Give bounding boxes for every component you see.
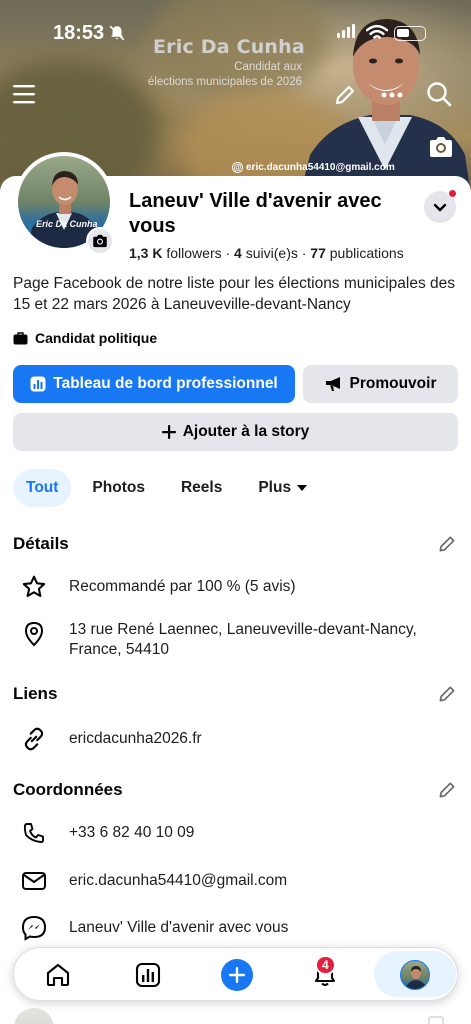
page-category: Candidat politique (13, 330, 157, 346)
notification-dot (448, 189, 457, 198)
phone-row[interactable]: +33 6 82 40 10 09 (20, 819, 194, 847)
home-icon[interactable] (42, 948, 74, 1002)
messenger-name[interactable]: Laneuv' Ville d'avenir avec vous (69, 918, 288, 938)
followers-label: followers · (162, 245, 235, 261)
avatar-caption: Eric Da Cunha (36, 219, 98, 229)
dashboard-icon (30, 376, 46, 392)
address-row[interactable]: 13 rue René Laennec, Laneuveville-devant… (20, 620, 417, 658)
messenger-icon (21, 915, 47, 941)
email-address[interactable]: eric.dacunha54410@gmail.com (69, 871, 287, 891)
links-heading: Liens (13, 684, 58, 703)
add-to-story-button[interactable]: Ajouter à la story (13, 413, 458, 451)
cover-subtitle: Candidat aux élections municipales de 20… (126, 60, 302, 90)
notifications-badge: 4 (315, 955, 336, 975)
dashboard-label: Tableau de bord professionnel (53, 375, 278, 392)
edit-links-icon[interactable] (437, 684, 457, 704)
address-line: 13 rue René Laennec, Laneuveville-devant… (69, 621, 417, 638)
avatar-camera-icon[interactable] (86, 227, 114, 255)
page-title: Laneuv' Ville d'avenir avec vous (129, 190, 382, 237)
briefcase-icon (13, 331, 28, 344)
search-icon[interactable] (425, 80, 453, 108)
star-icon (22, 575, 46, 598)
at-icon: @ (232, 162, 243, 173)
posts-count: 77 (310, 245, 326, 261)
professional-dashboard-button[interactable]: Tableau de bord professionnel (13, 365, 295, 403)
megaphone-icon (325, 377, 340, 391)
cover-email-text: eric.dacunha54410@gmail.com (246, 162, 395, 173)
address-line: France, 54410 (69, 641, 169, 658)
more-options-icon[interactable] (379, 85, 405, 105)
profile-nav-avatar[interactable] (398, 948, 432, 1002)
chevron-down-icon (433, 203, 447, 211)
battery-icon (394, 26, 426, 41)
plus-icon (161, 425, 176, 439)
category-label: Candidat politique (35, 330, 158, 346)
page-description: Page Facebook de notre liste pour les él… (13, 275, 456, 313)
tab-photos[interactable]: Photos (79, 469, 158, 507)
promote-label: Promouvoir (349, 375, 437, 392)
promote-button[interactable]: Promouvoir (303, 365, 458, 403)
plus-icon (229, 967, 245, 983)
clock: 18:53 (53, 22, 105, 44)
following-count[interactable]: 4 (234, 245, 242, 261)
email-icon (22, 872, 46, 890)
details-heading: Détails (13, 534, 69, 553)
page-stats: 1,3 K followers · 4 suivi(e)s · 77 publi… (129, 245, 404, 261)
phone-number[interactable]: +33 6 82 40 10 09 (69, 823, 194, 843)
wifi-icon (366, 24, 388, 39)
avatar-photo (405, 966, 427, 989)
cover-subtitle-line: Candidat aux (234, 61, 302, 73)
signal-icon (337, 24, 355, 38)
bottom-navigation (13, 947, 458, 1001)
tab-more[interactable]: Plus (245, 469, 320, 507)
cover-subtitle-line: élections municipales de 2026 (147, 76, 302, 88)
following-label: suivi(e)s · (241, 245, 311, 261)
tab-all[interactable]: Tout (13, 469, 72, 507)
edit-icon[interactable] (332, 82, 358, 108)
cover-email: @ eric.dacunha54410@gmail.com (232, 162, 395, 173)
website-link[interactable]: ericdacunha2026.fr (69, 729, 202, 749)
edit-contact-icon[interactable] (437, 780, 457, 800)
camera-icon[interactable] (428, 136, 454, 163)
followers-count[interactable]: 1,3 K (129, 245, 162, 261)
website-row[interactable]: ericdacunha2026.fr (20, 725, 202, 753)
edit-details-icon[interactable] (437, 534, 457, 554)
silent-mode-icon (109, 25, 125, 41)
posts-label: publications (325, 245, 404, 261)
tab-more-label: Plus (258, 479, 292, 496)
contact-heading: Coordonnées (13, 780, 123, 799)
link-icon (24, 727, 44, 751)
recommendation-text: Recommandé par 100 % (5 avis) (69, 578, 296, 595)
add-story-label: Ajouter à la story (182, 423, 310, 440)
location-pin-icon (24, 621, 44, 647)
address-text: 13 rue René Laennec, Laneuveville-devant… (69, 620, 417, 660)
peek-icon (428, 1016, 444, 1024)
tab-reels[interactable]: Reels (168, 469, 235, 507)
status-bar: 18:53 (0, 18, 471, 48)
profile-tabs: Tout Photos Reels Plus (13, 468, 320, 508)
create-button[interactable] (219, 948, 255, 1002)
phone-icon (23, 823, 44, 843)
recommendation-row: Recommandé par 100 % (5 avis) (20, 573, 296, 601)
email-row[interactable]: eric.dacunha54410@gmail.com (20, 867, 287, 895)
menu-icon[interactable] (11, 82, 37, 106)
messenger-row[interactable]: Laneuv' Ville d'avenir avec vous (20, 914, 288, 942)
caret-down-icon (297, 485, 308, 491)
dashboard-nav-icon[interactable] (132, 948, 164, 1002)
